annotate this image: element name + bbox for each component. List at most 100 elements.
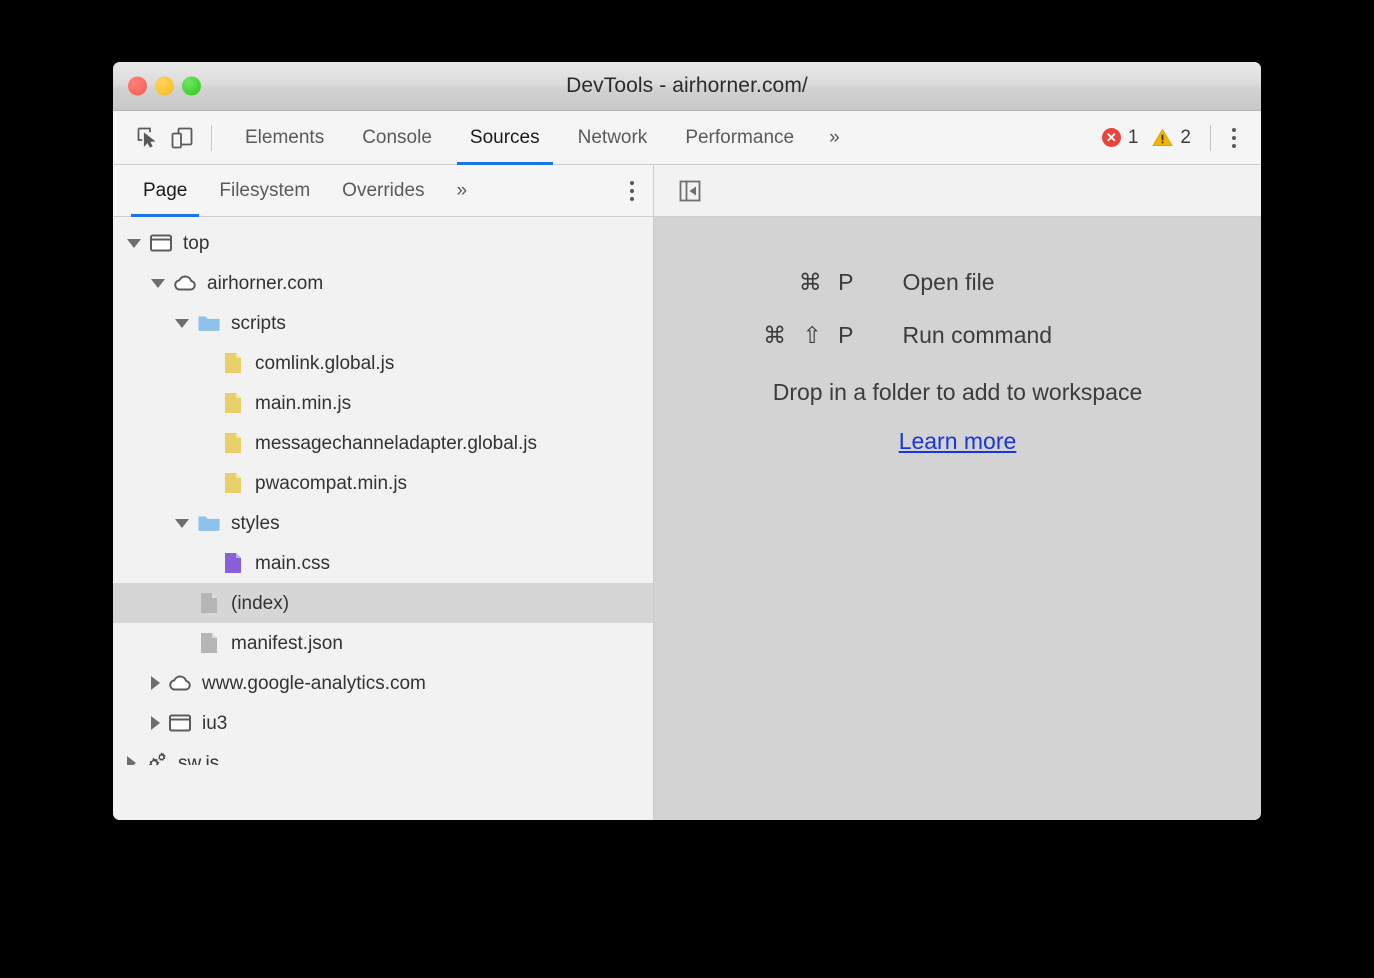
tree-item-index[interactable]: (index) xyxy=(113,583,653,623)
tree-item-label: airhorner.com xyxy=(207,274,323,293)
tree-item-label: pwacompat.min.js xyxy=(255,474,407,493)
tree-item-scripts[interactable]: scripts xyxy=(113,303,653,343)
disclosure-triangle-collapsed[interactable] xyxy=(151,676,160,690)
disclosure-triangle-expanded[interactable] xyxy=(175,319,189,328)
js-file-icon xyxy=(220,350,246,376)
tree-item-manifest-json[interactable]: manifest.json xyxy=(113,623,653,663)
tree-item-styles[interactable]: styles xyxy=(113,503,653,543)
main-toolbar: Elements Console Sources Network Perform… xyxy=(113,111,1261,165)
cloud-icon xyxy=(167,670,193,696)
js-file-icon xyxy=(220,390,246,416)
window-controls xyxy=(128,77,201,96)
editor-toolbar xyxy=(654,165,1261,217)
tree-item-label: scripts xyxy=(231,314,286,333)
warning-count: 2 xyxy=(1180,127,1191,149)
folder-icon xyxy=(196,310,222,336)
main-body: top airhorner.com scripts comlink.global… xyxy=(113,217,1261,820)
inspect-element-icon xyxy=(136,126,160,150)
navigator-file-tree[interactable]: top airhorner.com scripts comlink.global… xyxy=(113,217,654,820)
tree-item-messagechanneladapter-global-js[interactable]: messagechanneladapter.global.js xyxy=(113,423,653,463)
js-file-icon xyxy=(220,430,246,456)
toolbar-divider xyxy=(211,125,212,151)
shortcut-run-command: ⌘ ⇧ P Run command xyxy=(753,322,1163,349)
cloud-icon xyxy=(172,270,198,296)
kebab-dot xyxy=(630,181,634,185)
tree-item-label: (index) xyxy=(231,594,289,613)
toolbar-status-area: ✕ 1 2 xyxy=(1095,123,1247,153)
device-toolbar-button[interactable] xyxy=(165,121,199,155)
learn-more-link[interactable]: Learn more xyxy=(899,428,1017,455)
status-bar-left xyxy=(113,765,654,820)
tree-item-main-min-js[interactable]: main.min.js xyxy=(113,383,653,423)
inspect-element-button[interactable] xyxy=(131,121,165,155)
window-title: DevTools - airhorner.com/ xyxy=(113,74,1261,98)
tab-page[interactable]: Page xyxy=(127,165,203,216)
folder-icon xyxy=(196,510,222,536)
close-window-button[interactable] xyxy=(128,77,147,96)
toolbar-divider-2 xyxy=(1210,125,1211,151)
maximize-window-button[interactable] xyxy=(182,77,201,96)
tab-overrides[interactable]: Overrides xyxy=(326,165,440,216)
device-toolbar-icon xyxy=(170,126,194,150)
disclosure-triangle-collapsed[interactable] xyxy=(151,716,160,730)
kebab-dot xyxy=(1232,144,1236,148)
main-menu-button[interactable] xyxy=(1221,123,1247,153)
disclosure-triangle-expanded[interactable] xyxy=(151,279,165,288)
frame-icon xyxy=(148,230,174,256)
navigator-header-row: Page Filesystem Overrides » xyxy=(113,165,1261,217)
tree-item-pwacompat-min-js[interactable]: pwacompat.min.js xyxy=(113,463,653,503)
tab-elements[interactable]: Elements xyxy=(226,111,343,164)
devtools-window: DevTools - airhorner.com/ Elements Conso… xyxy=(113,62,1261,820)
editor-placeholder: ⌘ P Open file ⌘ ⇧ P Run command Drop in … xyxy=(654,217,1261,820)
document-icon xyxy=(196,630,222,656)
collapse-sidebar-icon[interactable] xyxy=(676,177,704,205)
tree-item-label: iu3 xyxy=(202,714,227,733)
tree-item-label: comlink.global.js xyxy=(255,354,394,373)
disclosure-triangle-expanded[interactable] xyxy=(175,519,189,528)
tab-performance[interactable]: Performance xyxy=(666,111,813,164)
tree-item-label: top xyxy=(183,234,209,253)
frame-icon xyxy=(167,710,193,736)
tab-network[interactable]: Network xyxy=(559,111,667,164)
error-icon: ✕ xyxy=(1102,128,1121,147)
kebab-dot xyxy=(630,189,634,193)
tree-item-label: www.google-analytics.com xyxy=(202,674,426,693)
warning-icon xyxy=(1152,128,1173,147)
navigator-toolbar: Page Filesystem Overrides » xyxy=(113,165,654,217)
shortcut-action: Open file xyxy=(903,269,1163,296)
tab-console[interactable]: Console xyxy=(343,111,451,164)
kebab-dot xyxy=(1232,136,1236,140)
kebab-dot xyxy=(630,197,634,201)
more-panels-button[interactable]: » xyxy=(813,127,856,149)
tree-item-label: messagechanneladapter.global.js xyxy=(255,434,537,453)
navigator-tools xyxy=(619,176,653,206)
drop-folder-message: Drop in a folder to add to workspace xyxy=(773,379,1142,406)
kebab-dot xyxy=(1232,128,1236,132)
tree-item-www-google-analytics-com[interactable]: www.google-analytics.com xyxy=(113,663,653,703)
tree-item-airhorner-com[interactable]: airhorner.com xyxy=(113,263,653,303)
tree-item-label: manifest.json xyxy=(231,634,343,653)
css-file-icon xyxy=(220,550,246,576)
shortcut-keys: ⌘ ⇧ P xyxy=(753,322,903,349)
tree-item-main-css[interactable]: main.css xyxy=(113,543,653,583)
js-file-icon xyxy=(220,470,246,496)
tree-item-comlink-global-js[interactable]: comlink.global.js xyxy=(113,343,653,383)
tree-item-label: styles xyxy=(231,514,280,533)
panel-tabs: Elements Console Sources Network Perform… xyxy=(226,111,856,164)
document-icon xyxy=(196,590,222,616)
tree-item-label: main.min.js xyxy=(255,394,351,413)
warning-badge[interactable]: 2 xyxy=(1145,127,1198,149)
more-navigator-tabs-button[interactable]: » xyxy=(441,180,484,202)
navigator-menu-button[interactable] xyxy=(619,176,645,206)
shortcut-open-file: ⌘ P Open file xyxy=(753,269,1163,296)
tab-sources[interactable]: Sources xyxy=(451,111,559,164)
shortcut-action: Run command xyxy=(903,322,1163,349)
error-count: 1 xyxy=(1128,127,1139,149)
window-titlebar: DevTools - airhorner.com/ xyxy=(113,62,1261,111)
tree-item-iu3[interactable]: iu3 xyxy=(113,703,653,743)
minimize-window-button[interactable] xyxy=(155,77,174,96)
tree-item-top[interactable]: top xyxy=(113,223,653,263)
error-badge[interactable]: ✕ 1 xyxy=(1095,127,1146,149)
disclosure-triangle-expanded[interactable] xyxy=(127,239,141,248)
tab-filesystem[interactable]: Filesystem xyxy=(203,165,326,216)
